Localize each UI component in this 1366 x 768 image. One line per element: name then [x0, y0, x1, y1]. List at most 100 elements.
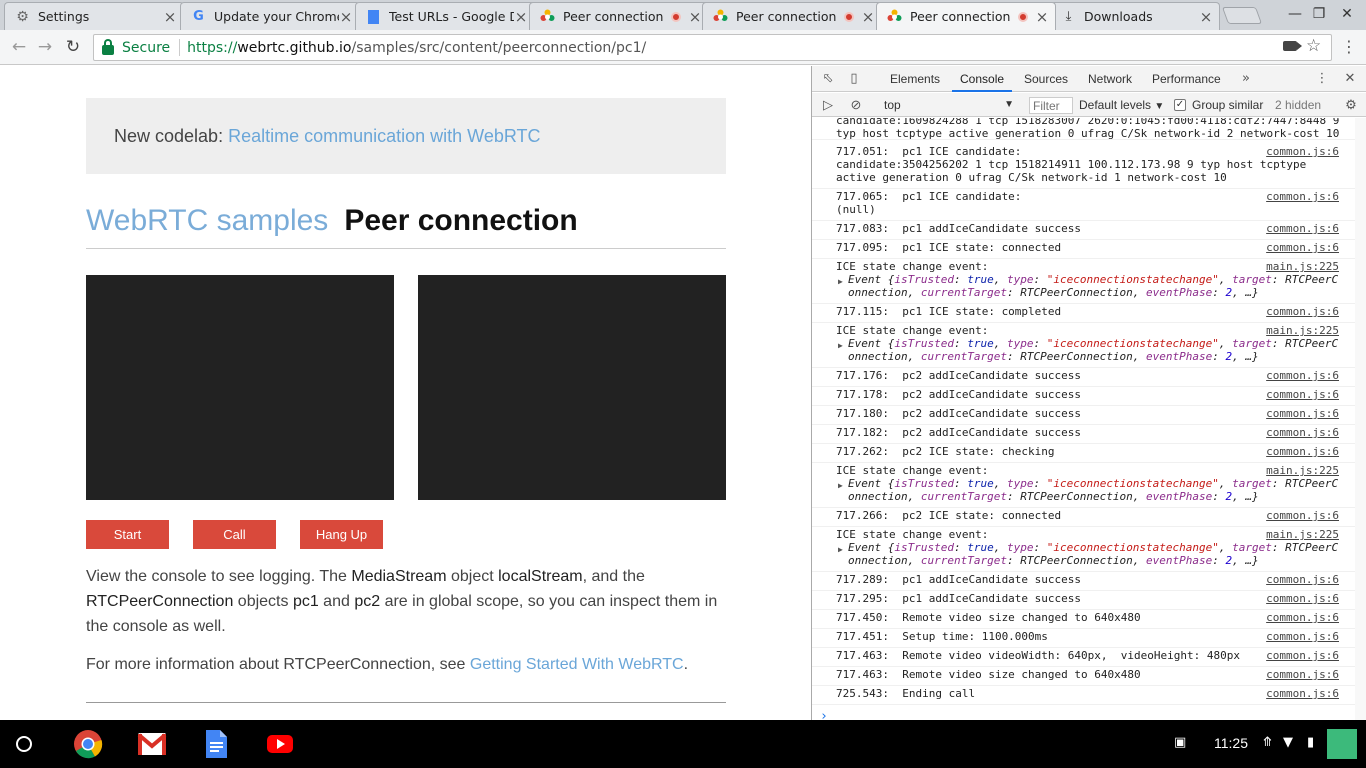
- close-window-icon[interactable]: ✕: [1339, 6, 1355, 22]
- clock[interactable]: 11:25: [1214, 735, 1248, 751]
- browser-tab[interactable]: Peer connection ×: [529, 2, 709, 30]
- gmail-app-icon[interactable]: [137, 729, 167, 759]
- source-link[interactable]: main.js:225: [1266, 528, 1339, 541]
- group-similar-checkbox[interactable]: ✓ Group similar: [1174, 96, 1263, 114]
- lock-icon[interactable]: [102, 38, 114, 55]
- console-scrollbar[interactable]: [1355, 118, 1366, 720]
- source-link[interactable]: main.js:225: [1266, 324, 1339, 337]
- browser-tab[interactable]: Peer connection ×: [876, 2, 1056, 30]
- tab-title: Peer connection: [736, 9, 837, 24]
- close-tab-icon[interactable]: ×: [688, 9, 702, 24]
- source-link[interactable]: common.js:6: [1266, 687, 1339, 700]
- forward-icon[interactable]: →: [34, 36, 56, 58]
- sidebar-toggle-icon[interactable]: ▷: [820, 97, 836, 113]
- event-object[interactable]: Event {isTrusted: true, type: "iceconnec…: [848, 337, 1338, 363]
- expand-triangle-icon[interactable]: ▶: [838, 481, 843, 490]
- event-object[interactable]: Event {isTrusted: true, type: "iceconnec…: [848, 541, 1338, 567]
- inspect-element-icon[interactable]: ⬁: [820, 71, 836, 87]
- getting-started-link[interactable]: Getting Started With WebRTC: [470, 656, 684, 673]
- chrome-app-icon[interactable]: [73, 729, 103, 759]
- start-button[interactable]: Start: [86, 520, 169, 549]
- youtube-app-icon[interactable]: [265, 729, 295, 759]
- source-link[interactable]: common.js:6: [1266, 573, 1339, 586]
- devtools-tab-console[interactable]: Console: [952, 66, 1013, 92]
- launcher-icon[interactable]: [16, 736, 32, 752]
- expand-triangle-icon[interactable]: ▶: [838, 341, 843, 350]
- recording-icon: [1018, 11, 1028, 22]
- source-link[interactable]: common.js:6: [1266, 630, 1339, 643]
- source-link[interactable]: common.js:6: [1266, 145, 1339, 158]
- more-tabs-icon[interactable]: »: [1238, 71, 1254, 87]
- source-link[interactable]: common.js:6: [1266, 509, 1339, 522]
- browser-tab[interactable]: Peer connection ×: [702, 2, 882, 30]
- bookmark-star-icon[interactable]: ☆: [1306, 36, 1321, 56]
- source-link[interactable]: common.js:6: [1266, 241, 1339, 254]
- address-bar[interactable]: Secure https://webrtc.github.io/samples/…: [93, 34, 1332, 61]
- call-button[interactable]: Call: [193, 520, 276, 549]
- event-object[interactable]: Event {isTrusted: true, type: "iceconnec…: [848, 477, 1338, 503]
- source-link[interactable]: common.js:6: [1266, 426, 1339, 439]
- wifi-icon[interactable]: ▼: [1283, 735, 1293, 750]
- new-tab-button[interactable]: [1221, 7, 1263, 24]
- console-message-text: 717.266: pc2 ICE state: connected: [836, 509, 1256, 522]
- minimize-icon[interactable]: —: [1287, 6, 1303, 22]
- source-link[interactable]: common.js:6: [1266, 649, 1339, 662]
- source-link[interactable]: common.js:6: [1266, 388, 1339, 401]
- source-link[interactable]: common.js:6: [1266, 611, 1339, 624]
- camera-in-use-icon[interactable]: [1283, 41, 1302, 51]
- context-selector[interactable]: top ▼: [876, 96, 1018, 114]
- source-link[interactable]: common.js:6: [1266, 305, 1339, 318]
- close-tab-icon[interactable]: ×: [1199, 9, 1213, 24]
- close-tab-icon[interactable]: ×: [1035, 9, 1049, 24]
- reload-icon[interactable]: ↻: [62, 36, 84, 58]
- source-link[interactable]: common.js:6: [1266, 190, 1339, 203]
- site-title-link[interactable]: WebRTC samples: [86, 204, 328, 237]
- clear-console-icon[interactable]: ⊘: [848, 97, 864, 113]
- back-icon[interactable]: ←: [8, 36, 30, 58]
- browser-tab[interactable]: Test URLs - Google Do ×: [355, 2, 535, 30]
- device-toolbar-icon[interactable]: ▯: [846, 71, 862, 87]
- console-prompt-icon[interactable]: ›: [820, 709, 828, 720]
- devtools-tab-sources[interactable]: Sources: [1016, 66, 1076, 92]
- devtools-tab-performance[interactable]: Performance: [1144, 66, 1229, 92]
- source-link[interactable]: common.js:6: [1266, 445, 1339, 458]
- chrome-menu-icon[interactable]: ⋮: [1341, 37, 1357, 56]
- url-text[interactable]: https://webrtc.github.io/samples/src/con…: [187, 40, 646, 56]
- hangup-button[interactable]: Hang Up: [300, 520, 383, 549]
- console-message: 717.266: pc2 ICE state: connected common.…: [812, 508, 1355, 527]
- console-settings-icon[interactable]: ⚙: [1343, 97, 1359, 113]
- source-link[interactable]: common.js:6: [1266, 369, 1339, 382]
- update-icon[interactable]: ⤊: [1262, 735, 1273, 750]
- codelab-link[interactable]: Realtime communication with WebRTC: [228, 126, 540, 147]
- screenshot-icon[interactable]: ▣: [1174, 735, 1186, 750]
- expand-triangle-icon[interactable]: ▶: [838, 277, 843, 286]
- event-object[interactable]: Event {isTrusted: true, type: "iceconnec…: [848, 273, 1338, 299]
- battery-icon[interactable]: ▮: [1307, 735, 1314, 750]
- close-tab-icon[interactable]: ×: [339, 9, 353, 24]
- console-log[interactable]: candidate:1609824288 1 tcp 1518283007 26…: [812, 118, 1366, 720]
- close-tab-icon[interactable]: ×: [163, 9, 177, 24]
- secure-label[interactable]: Secure: [122, 40, 170, 56]
- browser-tab[interactable]: ⚙ Settings ×: [4, 2, 184, 30]
- close-tab-icon[interactable]: ×: [514, 9, 528, 24]
- source-link[interactable]: main.js:225: [1266, 260, 1339, 273]
- expand-triangle-icon[interactable]: ▶: [838, 545, 843, 554]
- source-link[interactable]: common.js:6: [1266, 407, 1339, 420]
- browser-tab[interactable]: ⤓ Downloads ×: [1050, 2, 1220, 30]
- source-link[interactable]: common.js:6: [1266, 668, 1339, 681]
- source-link[interactable]: common.js:6: [1266, 222, 1339, 235]
- browser-tab[interactable]: G Update your Chrome ×: [180, 2, 360, 30]
- devtools-tab-network[interactable]: Network: [1080, 66, 1140, 92]
- close-devtools-icon[interactable]: ✕: [1342, 71, 1358, 87]
- close-tab-icon[interactable]: ×: [861, 9, 875, 24]
- log-levels-dropdown[interactable]: Default levels ▼: [1079, 96, 1164, 114]
- docs-app-icon[interactable]: [201, 729, 231, 759]
- devtools-tab-elements[interactable]: Elements: [882, 66, 948, 92]
- devtools-menu-icon[interactable]: ⋮: [1314, 71, 1330, 87]
- source-link[interactable]: main.js:225: [1266, 464, 1339, 477]
- source-link[interactable]: common.js:6: [1266, 592, 1339, 605]
- console-filter-input[interactable]: [1029, 97, 1073, 114]
- status-app-icon[interactable]: [1327, 729, 1357, 759]
- checkbox-checked-icon[interactable]: ✓: [1174, 99, 1186, 111]
- maximize-icon[interactable]: ❐: [1311, 6, 1327, 22]
